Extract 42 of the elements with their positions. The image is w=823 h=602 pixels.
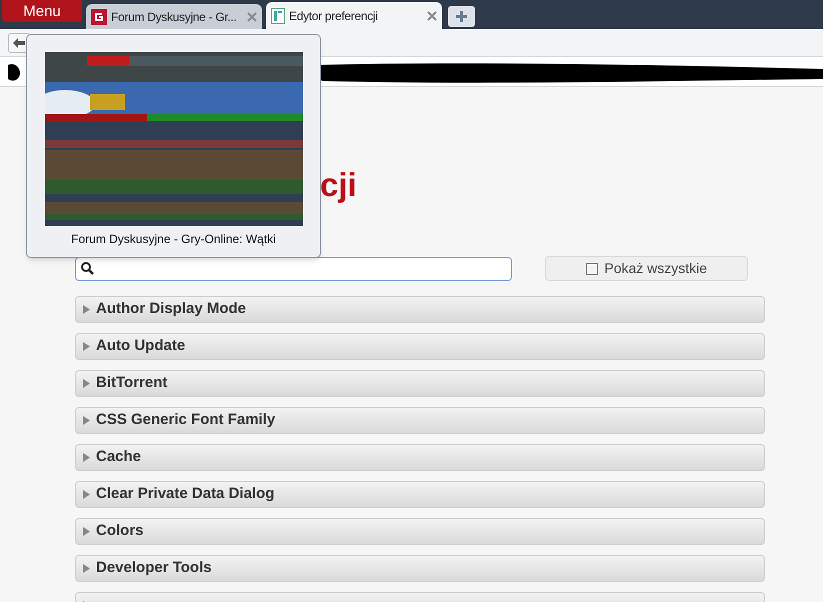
- show-all-toggle[interactable]: Pokaż wszystkie: [545, 256, 748, 281]
- document-icon: [271, 8, 285, 24]
- section-header[interactable]: BitTorrent: [75, 370, 765, 397]
- section-header[interactable]: Colors: [75, 518, 765, 545]
- section-title: BitTorrent: [96, 373, 168, 394]
- caret-right-icon: [82, 527, 90, 536]
- new-tab-button[interactable]: [448, 6, 475, 27]
- browser-tab[interactable]: Edytor preferencji: [266, 2, 442, 29]
- caret-right-icon: [82, 305, 90, 314]
- page-heading-fragment: cji: [319, 168, 358, 205]
- section-header[interactable]: Author Display Mode: [75, 296, 765, 323]
- section-header[interactable]: Developer Tools: [75, 555, 765, 582]
- caret-right-icon: [82, 453, 90, 462]
- preview-caption: Forum Dyskusyjne - Gry-Online: Wątki: [71, 231, 276, 248]
- caret-right-icon: [82, 490, 90, 499]
- section-header[interactable]: Auto Update: [75, 333, 765, 360]
- search-field[interactable]: [75, 256, 512, 280]
- browser-tab[interactable]: Forum Dyskusyjne - Gr...: [86, 4, 262, 29]
- plus-icon: [456, 11, 467, 22]
- section-title: Cache: [96, 447, 142, 468]
- caret-right-icon: [82, 342, 90, 351]
- section-title: Author Display Mode: [96, 299, 246, 320]
- close-icon[interactable]: [247, 12, 257, 22]
- section-title: Auto Update: [96, 336, 186, 356]
- caret-right-icon: [82, 564, 90, 573]
- checkbox[interactable]: [586, 262, 598, 274]
- tab-title: Edytor preferencji: [289, 8, 379, 24]
- caret-right-icon: [82, 416, 90, 425]
- back-arrow-icon: [13, 38, 25, 48]
- close-icon[interactable]: [427, 10, 437, 20]
- tab-title: Forum Dyskusyjne - Gr...: [111, 8, 238, 26]
- section-title: Clear Private Data Dialog: [96, 484, 274, 504]
- search-icon: [81, 262, 94, 275]
- site-logo-icon: [91, 8, 107, 24]
- section-title: CSS Generic Font Family: [96, 410, 276, 430]
- section-header[interactable]: CSS Generic Font Family: [75, 407, 765, 434]
- section-title: Colors: [96, 521, 144, 542]
- section-header[interactable]: Cache: [75, 444, 765, 471]
- section-title: Developer Tools: [96, 558, 212, 578]
- caret-right-icon: [82, 379, 90, 388]
- menu-button[interactable]: Menu: [2, 0, 82, 22]
- section-header[interactable]: Clear Private Data Dialog: [75, 481, 765, 508]
